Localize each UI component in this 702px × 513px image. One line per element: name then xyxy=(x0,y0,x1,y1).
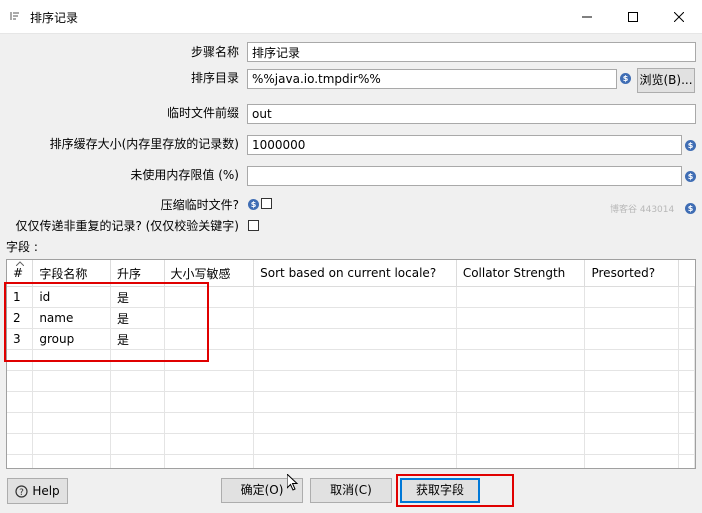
free-memory-input[interactable] xyxy=(247,166,682,186)
fields-table[interactable]: # 字段名称 升序 大小写敏感 Sort based on current lo… xyxy=(6,259,696,469)
unique-rows-label: 仅仅传递非重复的记录? (仅仅校验关键字) xyxy=(15,219,239,233)
maximize-icon xyxy=(628,11,638,22)
cancel-button[interactable]: 取消(C) xyxy=(310,478,392,503)
variable-icon: $ xyxy=(248,199,259,210)
field-name-cell[interactable]: group xyxy=(32,328,111,350)
column-header-presorted[interactable]: Presorted? xyxy=(584,260,680,287)
mouse-cursor-icon xyxy=(287,474,299,491)
svg-text:?: ? xyxy=(19,488,24,498)
row-number: 3 xyxy=(7,328,34,350)
compress-checkbox[interactable] xyxy=(261,198,272,209)
field-name-cell[interactable]: name xyxy=(32,307,111,329)
free-memory-label: 未使用内存限值 (%) xyxy=(130,168,239,182)
minimize-button[interactable] xyxy=(564,0,610,33)
help-icon: ? xyxy=(15,484,28,498)
sort-arrow-icon xyxy=(16,261,24,266)
help-button[interactable]: ? Help xyxy=(7,478,68,504)
ascending-cell[interactable]: 是 xyxy=(110,307,165,329)
compress-label: 压缩临时文件? xyxy=(160,198,239,212)
row-number: 1 xyxy=(7,286,34,308)
sort-size-label: 排序缓存大小(内存里存放的记录数) xyxy=(49,137,239,151)
temp-prefix-input[interactable] xyxy=(247,104,696,124)
browse-button[interactable]: 浏览(B)... xyxy=(637,68,695,93)
variable-icon: $ xyxy=(620,73,631,84)
maximize-button[interactable] xyxy=(610,0,656,33)
empty-row[interactable] xyxy=(7,370,695,392)
column-header-field-name[interactable]: 字段名称 xyxy=(32,260,111,287)
help-label: Help xyxy=(32,484,60,498)
unique-rows-checkbox[interactable] xyxy=(248,220,259,231)
row-number: 2 xyxy=(7,307,34,329)
variable-icon: $ xyxy=(685,140,696,151)
fields-label: 字段 : xyxy=(6,240,38,254)
close-icon xyxy=(674,11,684,22)
temp-prefix-label: 临时文件前缀 xyxy=(166,106,239,120)
empty-row[interactable] xyxy=(7,454,695,468)
window-title: 排序记录 xyxy=(30,11,79,25)
close-button[interactable] xyxy=(656,0,702,33)
step-name-input[interactable] xyxy=(247,42,696,62)
get-fields-button[interactable]: 获取字段 xyxy=(400,478,480,503)
title-bar: 排序记录 xyxy=(0,0,702,34)
column-header-locale[interactable]: Sort based on current locale? xyxy=(253,260,457,287)
table-header: # 字段名称 升序 大小写敏感 Sort based on current lo… xyxy=(7,260,695,287)
sort-directory-label: 排序目录 xyxy=(190,71,239,85)
column-header-case-sensitive[interactable]: 大小写敏感 xyxy=(164,260,255,287)
column-header-collator[interactable]: Collator Strength xyxy=(456,260,586,287)
step-name-label: 步骤名称 xyxy=(190,45,239,59)
sort-size-input[interactable] xyxy=(247,135,682,155)
minimize-icon xyxy=(582,16,592,17)
empty-row[interactable] xyxy=(7,433,695,455)
variable-icon: $ xyxy=(685,171,696,182)
table-row[interactable]: 3 group 是 xyxy=(7,328,695,350)
ascending-cell[interactable]: 是 xyxy=(110,328,165,350)
empty-row[interactable] xyxy=(7,349,695,371)
sort-icon xyxy=(10,12,19,20)
empty-row[interactable] xyxy=(7,391,695,413)
ascending-cell[interactable]: 是 xyxy=(110,286,165,308)
sort-directory-input[interactable] xyxy=(247,69,617,89)
empty-row[interactable] xyxy=(7,412,695,434)
column-header-ascending[interactable]: 升序 xyxy=(110,260,165,287)
variable-icon: $ xyxy=(685,203,696,214)
watermark: 博客谷 443014 xyxy=(610,205,675,215)
field-name-cell[interactable]: id xyxy=(32,286,111,308)
table-row[interactable]: 2 name 是 xyxy=(7,307,695,329)
table-row[interactable]: 1 id 是 xyxy=(7,286,695,308)
